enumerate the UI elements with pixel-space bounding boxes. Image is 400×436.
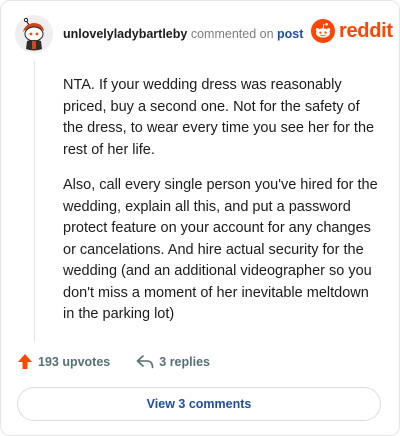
reply-arrow-icon <box>136 354 154 368</box>
comment-card: unlovelyladybartleby commented on post r… <box>0 0 400 436</box>
comment-paragraph: Also, call every single person you've hi… <box>63 177 378 322</box>
username-link[interactable]: unlovelyladybartleby <box>63 27 187 41</box>
reddit-logo[interactable]: reddit <box>311 19 393 43</box>
snoo-avatar-icon <box>15 15 53 53</box>
post-link[interactable]: post <box>277 27 303 41</box>
comment-body: NTA. If your wedding dress was reasonabl… <box>63 75 381 340</box>
comment-actions: 193 upvotes 3 replies <box>17 353 236 370</box>
commented-on-text: commented on <box>190 27 274 41</box>
avatar[interactable] <box>15 15 53 53</box>
upvote-button[interactable]: 193 upvotes <box>17 353 110 370</box>
comment-header: unlovelyladybartleby commented on post <box>63 27 303 41</box>
reddit-logo-icon <box>311 19 335 43</box>
comment-paragraph: NTA. If your wedding dress was reasonabl… <box>63 77 375 158</box>
reddit-wordmark: reddit <box>339 19 393 42</box>
reply-button[interactable]: 3 replies <box>136 355 210 369</box>
thread-line[interactable] <box>34 61 35 341</box>
replies-count: 3 replies <box>159 354 210 369</box>
upvote-arrow-icon <box>18 354 32 369</box>
upvotes-count: 193 upvotes <box>38 354 111 369</box>
view-comments-button[interactable]: View 3 comments <box>17 387 381 421</box>
